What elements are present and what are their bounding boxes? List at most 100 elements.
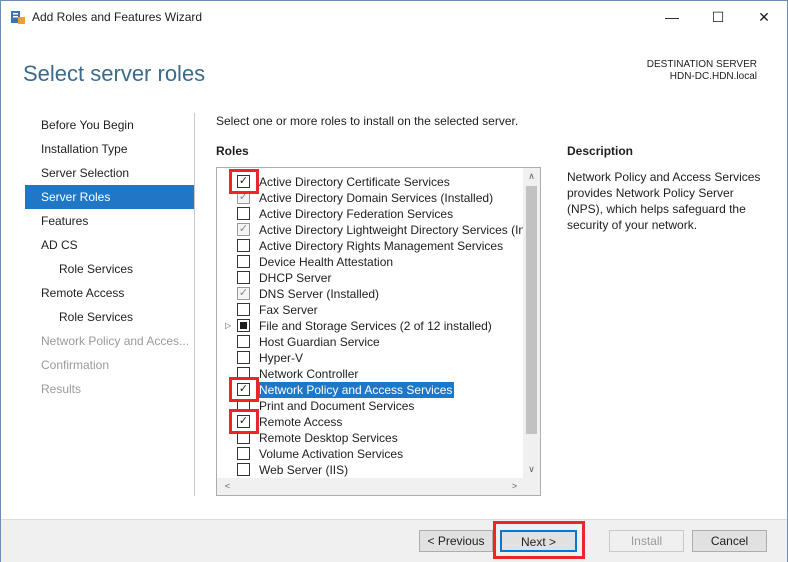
vertical-scrollbar[interactable]: ∧ ∨ bbox=[523, 168, 540, 478]
role-row[interactable]: ✓ Remote Access bbox=[217, 414, 523, 430]
role-label[interactable]: DNS Server (Installed) bbox=[259, 286, 379, 302]
role-label[interactable]: Print and Document Services bbox=[259, 398, 414, 414]
minimize-button[interactable]: — bbox=[649, 1, 695, 33]
nav-item[interactable]: Remote Access bbox=[25, 281, 194, 305]
role-checkbox[interactable] bbox=[237, 431, 250, 444]
wizard-header: Select server roles DESTINATION SERVER H… bbox=[1, 33, 787, 101]
nav-item[interactable]: Server Roles bbox=[25, 185, 194, 209]
role-row[interactable]: ✓ Active Directory Domain Services (Insta… bbox=[217, 190, 523, 206]
role-checkbox[interactable] bbox=[237, 447, 250, 460]
role-label[interactable]: Web Server (IIS) bbox=[259, 462, 348, 478]
roles-heading: Roles bbox=[216, 144, 249, 158]
role-row[interactable]: Device Health Attestation bbox=[217, 254, 523, 270]
role-row[interactable]: ▷ File and Storage Services (2 of 12 inst… bbox=[217, 318, 523, 334]
scroll-left-icon[interactable]: < bbox=[219, 478, 236, 495]
maximize-button[interactable]: ☐ bbox=[695, 1, 741, 33]
role-label[interactable]: File and Storage Services (2 of 12 insta… bbox=[259, 318, 492, 334]
role-row[interactable]: Active Directory Federation Services bbox=[217, 206, 523, 222]
role-checkbox[interactable] bbox=[237, 399, 250, 412]
scroll-up-icon[interactable]: ∧ bbox=[523, 168, 540, 185]
role-checkbox[interactable] bbox=[237, 463, 250, 476]
role-label[interactable]: Hyper-V bbox=[259, 350, 303, 366]
role-checkbox[interactable] bbox=[237, 271, 250, 284]
role-checkbox[interactable] bbox=[237, 351, 250, 364]
role-row[interactable]: DHCP Server bbox=[217, 270, 523, 286]
role-checkbox: ✓ bbox=[237, 223, 250, 236]
title-bar: Add Roles and Features Wizard — ☐ ✕ bbox=[1, 1, 787, 33]
role-label[interactable]: Active Directory Rights Management Servi… bbox=[259, 238, 503, 254]
cancel-button[interactable]: Cancel bbox=[692, 530, 767, 552]
nav-item: Results bbox=[41, 382, 82, 396]
role-row[interactable]: Volume Activation Services bbox=[217, 446, 523, 462]
server-manager-icon bbox=[11, 11, 25, 24]
vertical-scroll-thumb[interactable] bbox=[526, 186, 537, 434]
horizontal-scrollbar[interactable]: < > bbox=[217, 478, 523, 495]
nav-item[interactable]: Before You Begin bbox=[25, 113, 194, 137]
role-checkbox[interactable] bbox=[237, 239, 250, 252]
role-row[interactable]: Fax Server bbox=[217, 302, 523, 318]
role-checkbox[interactable] bbox=[237, 255, 250, 268]
nav-item: Confirmation bbox=[41, 358, 110, 372]
role-row[interactable]: Active Directory Rights Management Servi… bbox=[217, 238, 523, 254]
close-button[interactable]: ✕ bbox=[741, 1, 787, 33]
nav-item[interactable]: Installation Type bbox=[25, 137, 194, 161]
wizard-window: Add Roles and Features Wizard — ☐ ✕ Sele… bbox=[0, 0, 788, 562]
nav-item[interactable]: Server Selection bbox=[25, 161, 194, 185]
role-checkbox[interactable] bbox=[237, 207, 250, 220]
role-checkbox[interactable]: ✓ bbox=[237, 383, 250, 396]
description-text: Network Policy and Access Services provi… bbox=[567, 170, 761, 232]
install-button[interactable]: Install bbox=[609, 530, 684, 552]
role-row[interactable]: Host Guardian Service bbox=[217, 334, 523, 350]
role-row[interactable]: ✓ Active Directory Certificate Services bbox=[217, 174, 523, 190]
role-label[interactable]: Device Health Attestation bbox=[259, 254, 393, 270]
role-checkbox[interactable] bbox=[237, 367, 250, 380]
role-checkbox[interactable] bbox=[237, 303, 250, 316]
nav-item[interactable]: Role Services bbox=[25, 257, 194, 281]
role-label[interactable]: Fax Server bbox=[259, 302, 318, 318]
scroll-down-icon[interactable]: ∨ bbox=[523, 461, 540, 478]
page-title: Select server roles bbox=[23, 61, 206, 86]
role-label[interactable]: Remote Desktop Services bbox=[259, 430, 398, 446]
role-checkbox[interactable] bbox=[237, 335, 250, 348]
role-row[interactable]: ✓ Active Directory Lightweight Directory … bbox=[217, 222, 525, 238]
destination-server-label: DESTINATION SERVER bbox=[646, 59, 757, 70]
role-checkbox[interactable] bbox=[237, 319, 250, 332]
scrollbar-corner bbox=[523, 478, 540, 495]
window-title: Add Roles and Features Wizard bbox=[32, 10, 203, 24]
role-label[interactable]: Active Directory Federation Services bbox=[259, 206, 453, 222]
role-checkbox[interactable]: ✓ bbox=[237, 415, 250, 428]
expand-arrow-icon[interactable]: ▷ bbox=[225, 318, 231, 334]
role-row[interactable]: Hyper-V bbox=[217, 350, 523, 366]
role-label[interactable]: Volume Activation Services bbox=[259, 446, 403, 462]
role-label[interactable]: Remote Access bbox=[259, 414, 342, 430]
role-checkbox[interactable]: ✓ bbox=[237, 175, 250, 188]
role-checkbox: ✓ bbox=[237, 287, 250, 300]
nav-item: Network Policy and Acces... bbox=[41, 334, 190, 348]
previous-button[interactable]: < Previous bbox=[419, 530, 493, 552]
role-row[interactable]: ✓ Network Policy and Access Services bbox=[217, 382, 523, 398]
instruction-text: Select one or more roles to install on t… bbox=[216, 114, 519, 128]
scroll-right-icon[interactable]: > bbox=[506, 478, 523, 495]
role-label[interactable]: Host Guardian Service bbox=[259, 334, 380, 350]
role-label[interactable]: Network Controller bbox=[259, 366, 358, 382]
nav-item[interactable]: AD CS bbox=[25, 233, 194, 257]
role-row[interactable]: Network Controller bbox=[217, 366, 523, 382]
role-label[interactable]: Active Directory Certificate Services bbox=[259, 174, 450, 190]
role-label[interactable]: Active Directory Domain Services (Instal… bbox=[259, 190, 493, 206]
description-heading: Description bbox=[567, 144, 634, 158]
role-checkbox: ✓ bbox=[237, 191, 250, 204]
role-row[interactable]: Web Server (IIS) bbox=[217, 462, 523, 478]
role-label[interactable]: Network Policy and Access Services bbox=[257, 382, 455, 398]
role-label[interactable]: DHCP Server bbox=[259, 270, 331, 286]
nav-item[interactable]: Features bbox=[25, 209, 194, 233]
role-row[interactable]: Remote Desktop Services bbox=[217, 430, 523, 446]
roles-list[interactable]: ✓ Active Directory Certificate Services ✓ A… bbox=[216, 167, 541, 496]
wizard-footer: < Previous Next > Install Cancel bbox=[1, 519, 787, 562]
role-row[interactable]: ✓ DNS Server (Installed) bbox=[217, 286, 523, 302]
nav-item[interactable]: Role Services bbox=[25, 305, 194, 329]
nav-divider bbox=[194, 113, 195, 496]
destination-server-value: HDN-DC.HDN.local bbox=[669, 71, 757, 82]
role-row[interactable]: Print and Document Services bbox=[217, 398, 523, 414]
next-button[interactable]: Next > bbox=[500, 530, 577, 552]
role-label[interactable]: Active Directory Lightweight Directory S… bbox=[259, 222, 525, 238]
